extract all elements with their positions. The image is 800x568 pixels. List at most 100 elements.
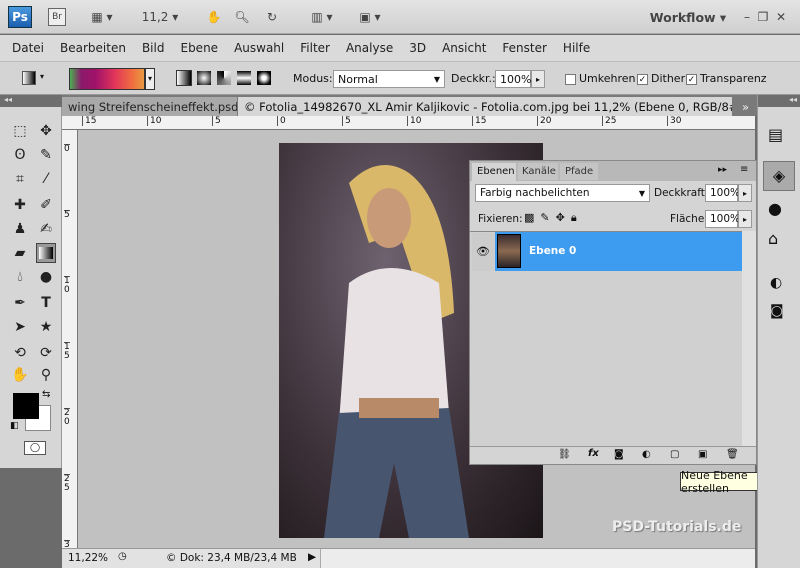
healing-brush-tool-icon[interactable]: ✚ <box>10 195 30 215</box>
layer-style-fx-icon[interactable]: fx <box>588 448 599 459</box>
opacity-input[interactable]: 100% <box>705 184 740 202</box>
marquee-tool-icon[interactable]: ⬚ <box>10 121 30 141</box>
menu-filter[interactable]: Filter <box>300 41 330 55</box>
gradient-picker-arrow[interactable]: ▾ <box>145 68 155 90</box>
new-layer-icon[interactable]: ▣ <box>698 449 707 460</box>
zoom-tool-icon[interactable]: ⚲ <box>36 365 56 385</box>
clone-stamp-tool-icon[interactable]: ♟ <box>10 219 30 239</box>
paths-panel-icon[interactable]: ⌂ <box>768 229 778 248</box>
layer-mask-icon[interactable]: ◙ <box>614 449 624 460</box>
crop-tool-icon[interactable]: ⌗ <box>10 169 30 189</box>
lock-position-icon[interactable]: ✥ <box>556 211 571 224</box>
blend-mode-select[interactable]: Farbig nachbelichten ▼ <box>475 184 650 202</box>
deckkraft-input[interactable]: 100% <box>495 70 531 88</box>
menu-analyse[interactable]: Analyse <box>346 41 393 55</box>
gradient-picker[interactable] <box>69 68 145 90</box>
adjustment-layer-icon[interactable]: ◐ <box>642 449 651 460</box>
fill-slider-button[interactable]: ▸ <box>738 210 752 228</box>
menu-bearbeiten[interactable]: Bearbeiten <box>60 41 126 55</box>
bridge-button[interactable]: Br <box>48 8 66 26</box>
menu-auswahl[interactable]: Auswahl <box>234 41 284 55</box>
toolbox-collapse-icon[interactable]: ◂◂ <box>0 95 62 107</box>
fill-input[interactable]: 100% <box>705 210 740 228</box>
dock-expand-icon[interactable]: ◂◂ <box>758 95 800 107</box>
tab-kanaele[interactable]: Kanäle <box>518 163 558 180</box>
tab-ebenen[interactable]: Ebenen <box>472 163 516 181</box>
diamond-gradient-button[interactable] <box>257 71 271 85</box>
history-brush-tool-icon[interactable]: ✍ <box>36 219 56 239</box>
zoom-tool-icon[interactable]: 🔍︎ <box>232 7 252 27</box>
tabs-overflow-button[interactable]: » <box>736 97 755 116</box>
type-tool-icon[interactable]: T <box>36 293 56 313</box>
hand-tool-icon[interactable]: ✋ <box>204 7 224 27</box>
layers-panel-icon[interactable]: ◈ <box>763 161 795 191</box>
status-info-icon[interactable]: ◷ <box>118 551 127 562</box>
menu-ansicht[interactable]: Ansicht <box>442 41 486 55</box>
radial-gradient-button[interactable] <box>197 71 211 85</box>
lock-all-icon[interactable]: 🔒︎ <box>571 211 583 224</box>
screen-mode-button[interactable]: ▣ ▾ <box>352 7 388 27</box>
blur-tool-icon[interactable]: 💧︎ <box>10 267 30 287</box>
default-colors-icon[interactable]: ◧ <box>10 421 19 431</box>
move-tool-icon[interactable]: ✥ <box>36 121 56 141</box>
linear-gradient-button[interactable] <box>176 70 192 86</box>
zoom-percentage[interactable]: 11,22% <box>68 552 108 564</box>
opacity-slider-button[interactable]: ▸ <box>738 184 752 202</box>
lasso-tool-icon[interactable]: ʘ <box>10 145 30 165</box>
reflected-gradient-button[interactable] <box>237 71 251 85</box>
3d-orbit-tool-icon[interactable]: ⟳ <box>36 343 56 363</box>
zoom-level-dropdown[interactable]: 11,2 ▾ <box>138 7 182 27</box>
panel-menu-icon[interactable]: ≡ <box>740 164 748 175</box>
menu-bild[interactable]: Bild <box>142 41 165 55</box>
menu-3d[interactable]: 3D <box>409 41 426 55</box>
layer-row-ebene-0[interactable]: Ebene 0 <box>495 232 742 271</box>
view-extras-button[interactable]: ▦ ▾ <box>82 7 122 27</box>
deckkraft-slider-button[interactable]: ▸ <box>531 70 545 88</box>
status-menu-arrow[interactable]: ▶ <box>308 551 316 563</box>
lock-icons[interactable]: ▩✎✥🔒︎ <box>524 211 583 225</box>
preset-dropdown-arrow[interactable]: ▾ <box>40 72 44 81</box>
history-panel-icon[interactable]: ▤ <box>768 125 783 144</box>
brush-tool-icon[interactable]: ✐ <box>36 195 56 215</box>
document-tab-streifen[interactable]: wing Streifenscheineffekt.psd × <box>62 97 237 116</box>
menu-fenster[interactable]: Fenster <box>502 41 547 55</box>
path-selection-tool-icon[interactable]: ➤ <box>10 317 30 337</box>
minimize-icon[interactable]: – <box>740 7 754 27</box>
lock-transparency-icon[interactable]: ▩ <box>524 211 540 224</box>
transparenz-checkbox[interactable]: ✓ Transparenz <box>686 72 767 85</box>
custom-shape-tool-icon[interactable]: ★ <box>36 317 56 337</box>
document-tab-fotolia[interactable]: © Fotolia_14982670_XL Amir Kaljikovic - … <box>238 97 732 116</box>
modus-select[interactable]: Normal ▼ <box>333 70 445 88</box>
3d-rotate-tool-icon[interactable]: ⟲ <box>10 343 30 363</box>
quick-mask-button[interactable]: ◯ <box>24 441 46 455</box>
umkehren-checkbox[interactable]: Umkehren <box>565 72 636 85</box>
menu-datei[interactable]: Datei <box>12 41 44 55</box>
layer-visibility-eye-icon[interactable]: 👁︎ <box>472 233 494 271</box>
arrange-documents-button[interactable]: ▥ ▾ <box>304 7 340 27</box>
horizontal-scrollbar[interactable] <box>320 549 755 568</box>
channels-panel-icon[interactable]: ● <box>768 199 782 218</box>
hand-tool-icon[interactable]: ✋ <box>10 365 30 385</box>
link-layers-icon[interactable]: ⛓ <box>558 449 571 460</box>
panel-collapse-icon[interactable]: ▸▸ <box>718 165 727 175</box>
menu-hilfe[interactable]: Hilfe <box>563 41 590 55</box>
dodge-tool-icon[interactable]: ● <box>36 267 56 287</box>
masks-panel-icon[interactable]: ◙ <box>770 303 784 319</box>
swap-colors-icon[interactable]: ⇆ <box>42 389 50 400</box>
eraser-tool-icon[interactable]: ▰ <box>10 243 30 263</box>
new-group-icon[interactable]: ▢ <box>670 449 679 460</box>
angle-gradient-button[interactable] <box>217 71 231 85</box>
adjustments-panel-icon[interactable]: ◐ <box>770 275 782 291</box>
pen-tool-icon[interactable]: ✒ <box>10 293 30 313</box>
delete-layer-icon[interactable]: 🗑︎ <box>726 449 739 460</box>
workspace-dropdown[interactable]: Workflow ▾ <box>642 7 734 27</box>
gradient-tool-preset-icon[interactable] <box>22 71 36 85</box>
menu-ebene[interactable]: Ebene <box>180 41 218 55</box>
quick-selection-tool-icon[interactable]: ✎ <box>36 145 56 165</box>
gradient-tool-icon[interactable] <box>36 243 56 263</box>
tab-pfade[interactable]: Pfade <box>560 163 598 180</box>
eyedropper-tool-icon[interactable]: ⁄ <box>36 169 56 189</box>
rotate-view-icon[interactable]: ↻ <box>262 7 282 27</box>
restore-icon[interactable]: ❐ <box>756 7 770 27</box>
dither-checkbox[interactable]: ✓ Dither <box>637 72 685 85</box>
